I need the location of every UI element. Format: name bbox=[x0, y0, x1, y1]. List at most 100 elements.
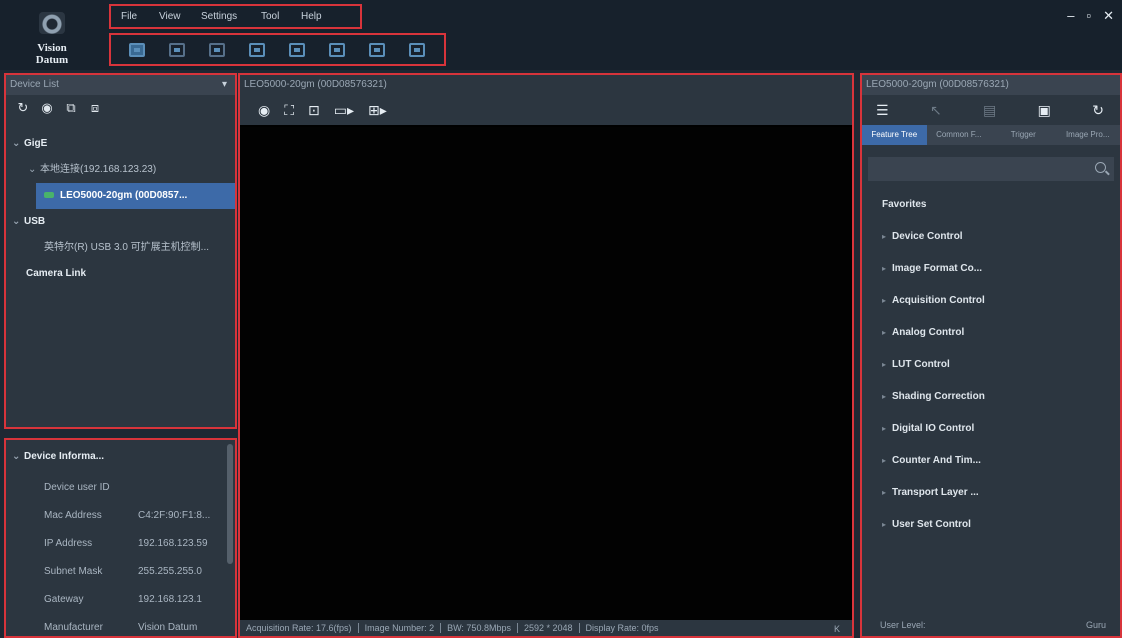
feature-tree: Favorites ▸ Device Control ▸ Image Format … bbox=[862, 187, 1120, 541]
info-scrollbar[interactable] bbox=[227, 444, 233, 564]
open-folder-button[interactable] bbox=[117, 38, 157, 62]
resize-grip-icon[interactable]: K bbox=[834, 624, 840, 634]
feature-item[interactable]: ▸ Acquisition Control bbox=[862, 285, 1120, 317]
chevron-down-icon: ⌄ bbox=[12, 451, 21, 462]
maximize-button[interactable]: ▫ bbox=[1086, 8, 1091, 24]
collapse-icon[interactable]: ▾ bbox=[222, 75, 227, 95]
status-bar: Acquisition Rate: 17.6(fps) Image Number… bbox=[240, 620, 852, 636]
app-logo-text: Vision Datum bbox=[35, 42, 69, 66]
tab-trigger[interactable]: Trigger bbox=[991, 125, 1056, 145]
feature-item[interactable]: ▸ Counter And Tim... bbox=[862, 445, 1120, 477]
tab-feature-tree[interactable]: Feature Tree bbox=[862, 125, 927, 145]
chevron-down-icon: ⌄ bbox=[28, 164, 37, 175]
save-icon bbox=[409, 42, 425, 57]
image-button[interactable] bbox=[277, 38, 317, 62]
feature-item[interactable]: ▸ Image Format Co... bbox=[862, 253, 1120, 285]
expand-icon: ▸ bbox=[882, 232, 887, 241]
refresh-icon[interactable]: ↻ bbox=[16, 101, 30, 115]
expand-icon: ▸ bbox=[882, 424, 887, 433]
feature-toolbar: ☰ ↖ ▤ ▣ ↻ bbox=[862, 95, 1120, 125]
feature-favorites[interactable]: Favorites bbox=[862, 189, 1120, 221]
tree-usb-controller-item[interactable]: 英特尔(R) USB 3.0 可扩展主机控制... bbox=[6, 235, 235, 261]
reset-icon[interactable]: ↻ bbox=[1092, 102, 1104, 119]
record-icon[interactable]: ◉ bbox=[258, 102, 270, 119]
image-canvas[interactable] bbox=[240, 127, 852, 620]
tree-camera-item[interactable]: LEO5000-20gm (00D0857... bbox=[36, 183, 235, 209]
viewer-toolbar: ◉ ⛶ ⊡ ▭▸ ⊞▸ bbox=[240, 95, 852, 125]
feature-item[interactable]: ▸ LUT Control bbox=[862, 349, 1120, 381]
save-button[interactable] bbox=[397, 38, 437, 62]
device-tree: ⌄ GigE ⌄ 本地连接(192.168.123.23) LEO5000-20gm… bbox=[6, 121, 235, 287]
tab-common-features[interactable]: Common F... bbox=[927, 125, 992, 145]
device-info-panel: ⌄ Device Informa... Device user ID Mac Ad… bbox=[4, 438, 237, 638]
chevron-down-icon: ⌄ bbox=[12, 138, 21, 149]
grid-icon[interactable]: ⊞▸ bbox=[368, 102, 387, 119]
export-button[interactable] bbox=[237, 38, 277, 62]
close-button[interactable]: ✕ bbox=[1103, 8, 1114, 24]
tree-group-gige[interactable]: ⌄ GigE bbox=[6, 131, 235, 157]
feature-footer: User Level: Guru bbox=[862, 614, 1120, 636]
layout-button[interactable] bbox=[357, 38, 397, 62]
display-button[interactable] bbox=[317, 38, 357, 62]
info-row: IP Address 192.168.123.59 bbox=[44, 538, 208, 549]
feature-item[interactable]: ▸ Transport Layer ... bbox=[862, 477, 1120, 509]
import-icon[interactable]: ▤ bbox=[983, 102, 996, 119]
pointer-icon[interactable]: ↖ bbox=[930, 102, 942, 119]
info-row: Subnet Mask 255.255.255.0 bbox=[44, 566, 202, 577]
device-info-header[interactable]: ⌄ Device Informa... bbox=[6, 440, 235, 474]
main-toolbar bbox=[109, 33, 446, 66]
minimize-button[interactable]: – bbox=[1067, 8, 1074, 24]
layout-icon bbox=[369, 42, 385, 57]
connect-icon[interactable]: ◉ bbox=[40, 101, 54, 115]
user-level-select[interactable]: Guru bbox=[1086, 620, 1106, 630]
tree-group-usb[interactable]: ⌄ USB bbox=[6, 209, 235, 235]
feature-item[interactable]: ▸ Analog Control bbox=[862, 317, 1120, 349]
image-viewer-panel: LEO5000-20gm (00D08576321) ◉ ⛶ ⊡ ▭▸ ⊞▸ A… bbox=[238, 73, 854, 638]
feature-tabs: Feature Tree Common F... Trigger Image P… bbox=[862, 125, 1120, 145]
viewer-title: LEO5000-20gm (00D08576321) bbox=[244, 79, 387, 90]
info-row: Manufacturer Vision Datum bbox=[44, 622, 198, 633]
device-settings-icon[interactable]: ⧈ bbox=[88, 101, 102, 115]
tab-image-processing[interactable]: Image Pro... bbox=[1056, 125, 1121, 145]
layers-button[interactable] bbox=[197, 38, 237, 62]
fit-screen-icon[interactable]: ⛶ bbox=[284, 102, 294, 119]
menu-settings[interactable]: Settings bbox=[201, 11, 261, 22]
menu-help[interactable]: Help bbox=[301, 11, 332, 22]
menu-bar: File View Settings Tool Help bbox=[109, 4, 362, 29]
acquisition-rate: Acquisition Rate: 17.6(fps) bbox=[246, 623, 359, 633]
list-view-icon[interactable]: ☰ bbox=[876, 102, 889, 119]
tree-group-camera-link[interactable]: Camera Link bbox=[6, 261, 235, 287]
snapshot-icon[interactable]: ⊡ bbox=[308, 102, 320, 119]
expand-icon: ▸ bbox=[882, 328, 887, 337]
expand-icon: ▸ bbox=[882, 456, 887, 465]
device-list-panel: Device List ▾ ↻ ◉ ⧉ ⧈ ⌄ GigE ⌄ 本地连接(192.16… bbox=[4, 73, 237, 429]
info-row: Gateway 192.168.123.1 bbox=[44, 594, 202, 605]
expand-icon: ▸ bbox=[882, 296, 887, 305]
info-row: Mac Address C4:2F:90:F1:8... bbox=[44, 510, 211, 521]
tree-nic-item[interactable]: ⌄ 本地连接(192.168.123.23) bbox=[6, 157, 235, 183]
image-icon bbox=[289, 42, 305, 57]
feature-item[interactable]: ▸ Digital IO Control bbox=[862, 413, 1120, 445]
search-icon[interactable] bbox=[1095, 162, 1106, 173]
menu-view[interactable]: View bbox=[159, 11, 201, 22]
camera-status-icon bbox=[44, 192, 54, 199]
window-controls: – ▫ ✕ bbox=[1067, 8, 1114, 24]
menu-tool[interactable]: Tool bbox=[261, 11, 301, 22]
feature-header: LEO5000-20gm (00D08576321) bbox=[862, 75, 1120, 95]
export-icon bbox=[249, 42, 265, 57]
feature-search-input[interactable] bbox=[868, 157, 1114, 181]
expand-icon: ▸ bbox=[882, 520, 887, 529]
feature-item[interactable]: ▸ Shading Correction bbox=[862, 381, 1120, 413]
save-config-icon[interactable]: ▣ bbox=[1038, 102, 1051, 119]
menu-file[interactable]: File bbox=[121, 11, 159, 22]
chevron-down-icon: ⌄ bbox=[12, 216, 21, 227]
display-icon bbox=[329, 42, 345, 57]
feature-item[interactable]: ▸ Device Control bbox=[862, 221, 1120, 253]
feature-item[interactable]: ▸ User Set Control bbox=[862, 509, 1120, 541]
window-button[interactable] bbox=[157, 38, 197, 62]
bandwidth: BW: 750.8Mbps bbox=[447, 623, 518, 633]
ip-config-icon[interactable]: ⧉ bbox=[64, 101, 78, 115]
window-icon bbox=[169, 42, 185, 57]
feature-panel-title: LEO5000-20gm (00D08576321) bbox=[866, 79, 1009, 90]
video-icon[interactable]: ▭▸ bbox=[334, 102, 354, 119]
